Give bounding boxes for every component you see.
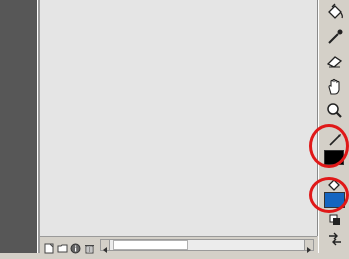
info-icon[interactable]: [70, 239, 81, 254]
horizontal-scrollbar[interactable]: [100, 239, 314, 253]
trash-icon[interactable]: [84, 239, 95, 254]
highlight-circle-stroke: [309, 124, 349, 168]
hand-icon[interactable]: [325, 77, 345, 97]
eyedropper-icon[interactable]: [325, 27, 345, 47]
swap-colors-icon[interactable]: [325, 229, 345, 249]
timeline-bottom-bar: [40, 236, 317, 254]
tools-panel: [309, 0, 349, 253]
scroll-thumb[interactable]: [113, 240, 188, 250]
scroll-right-button[interactable]: [304, 239, 314, 253]
paint-bucket-icon[interactable]: [325, 3, 345, 23]
default-colors-icon[interactable]: [325, 211, 345, 231]
zoom-icon[interactable]: [325, 101, 345, 121]
folder-icon[interactable]: [57, 239, 68, 253]
left-panel: [0, 0, 38, 253]
new-layer-icon[interactable]: [44, 239, 55, 254]
scroll-left-button[interactable]: [100, 239, 110, 253]
eraser-icon[interactable]: [325, 51, 345, 71]
stage-area[interactable]: [40, 0, 318, 236]
highlight-circle-fill: [309, 177, 349, 213]
